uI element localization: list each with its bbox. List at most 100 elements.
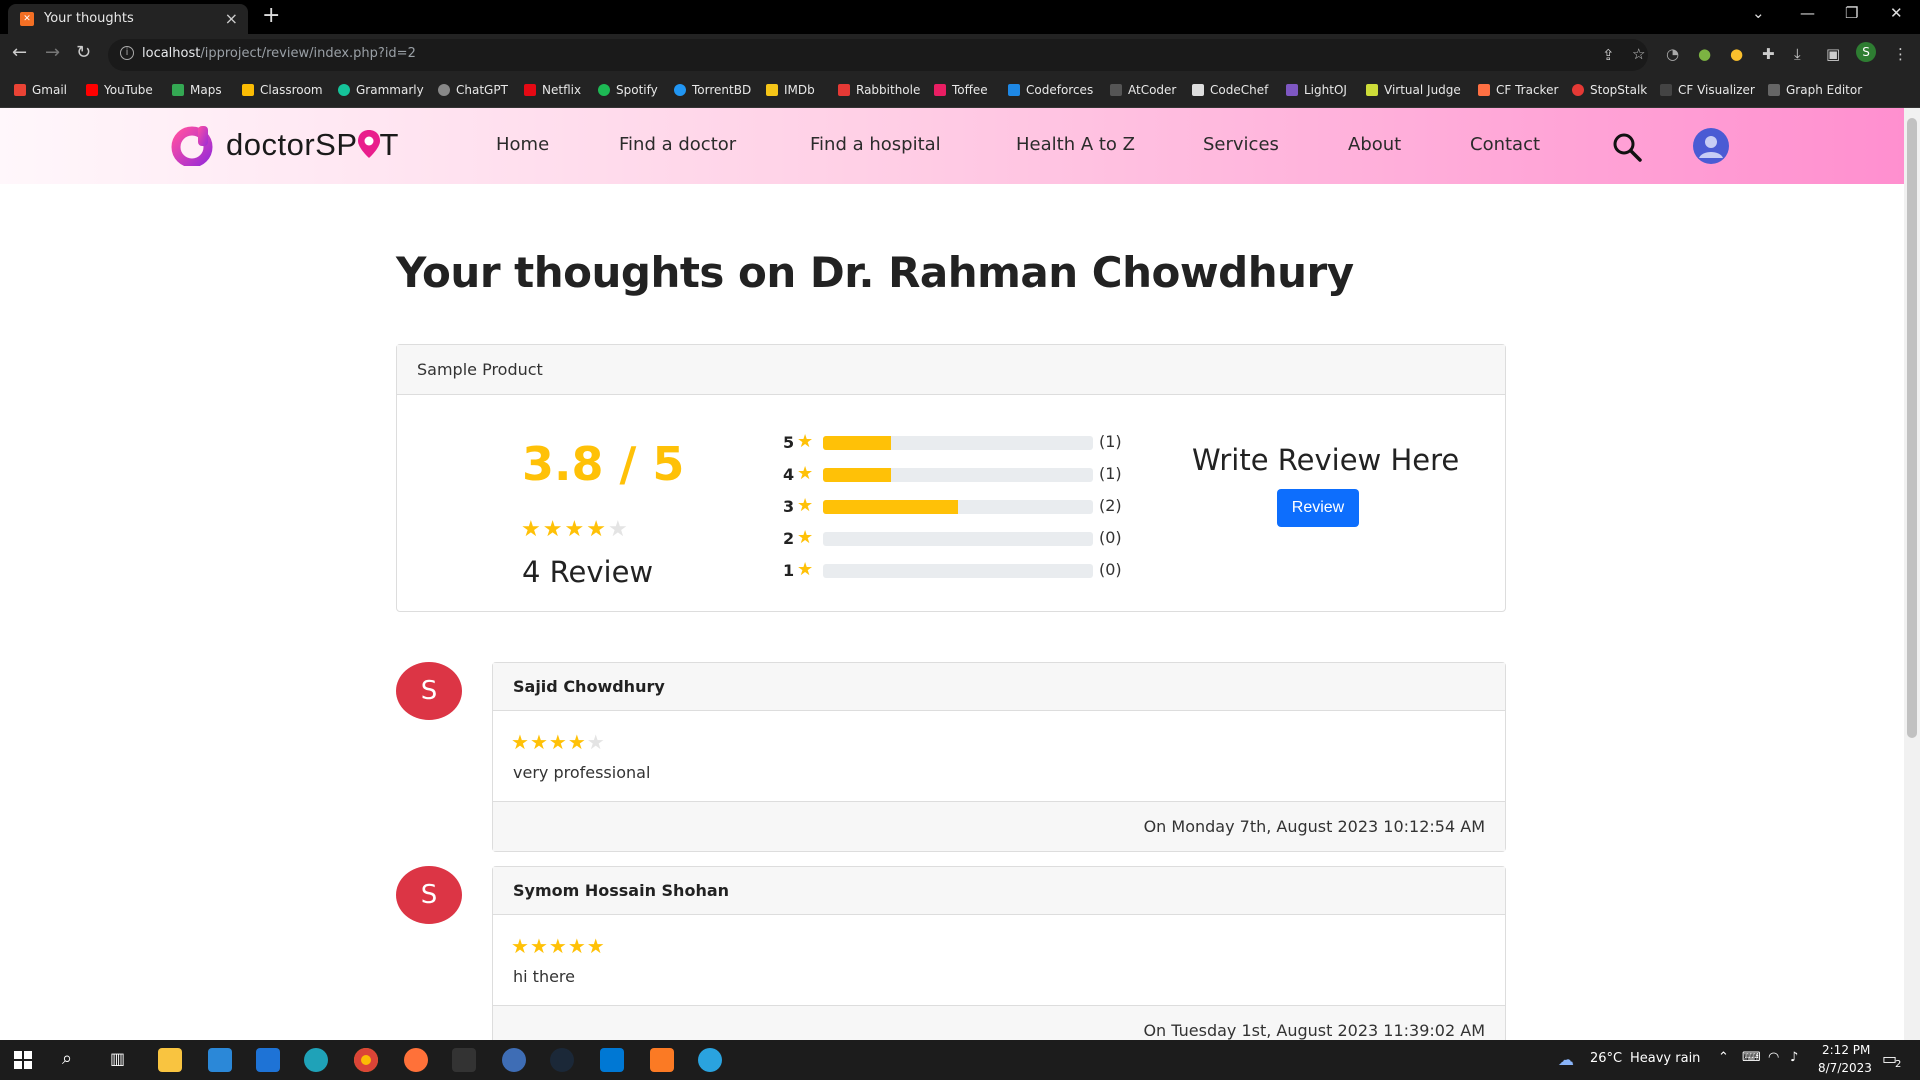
menu-kebab-icon[interactable]: ⋮ [1893, 45, 1908, 63]
star-icon: ★ [797, 559, 814, 580]
page-viewport: doctorSP T Home Find a doctor Find a hosp… [0, 108, 1904, 1040]
file-explorer-icon[interactable] [158, 1048, 182, 1072]
address-bar[interactable]: i localhost/ipproject/review/index.php?i… [108, 39, 1648, 71]
browser-tab[interactable]: ✕ Your thoughts × [8, 4, 248, 34]
nav-about[interactable]: About [1348, 134, 1401, 155]
rating-bar-track [823, 436, 1093, 450]
bookmark-item[interactable]: Graph Editor [1768, 83, 1862, 97]
mail-icon[interactable] [256, 1048, 280, 1072]
extension-green-icon[interactable]: ● [1698, 45, 1711, 63]
page-scrollbar[interactable] [1904, 108, 1920, 1040]
site-info-icon[interactable]: i [120, 46, 134, 60]
nav-find-hospital[interactable]: Find a hospital [810, 134, 941, 155]
nav-home[interactable]: Home [496, 134, 549, 155]
star-icon: ★ [548, 934, 568, 958]
weather-desc[interactable]: Heavy rain [1630, 1051, 1700, 1066]
restore-button[interactable]: ❐ [1845, 4, 1858, 22]
imdb-icon [766, 84, 778, 96]
netflix-icon [524, 84, 536, 96]
star-icon: ★ [797, 495, 814, 516]
bookmark-item[interactable]: LightOJ [1286, 83, 1347, 97]
minimize-button[interactable]: — [1800, 4, 1815, 22]
reviewer-avatar: S [396, 866, 462, 924]
review-button[interactable]: Review [1277, 489, 1359, 527]
bookmark-item[interactable]: Rabbithole [838, 83, 920, 97]
bookmark-item[interactable]: StopStalk [1572, 83, 1647, 97]
scrollbar-thumb[interactable] [1907, 118, 1917, 738]
browser-toolbar: ← → ↻ i localhost/ipproject/review/index… [0, 34, 1920, 76]
bookmark-item[interactable]: Codeforces [1008, 83, 1093, 97]
reload-icon[interactable]: ↻ [76, 42, 91, 63]
extension-yellow-icon[interactable]: ● [1730, 45, 1743, 63]
qbittorrent-icon[interactable] [502, 1048, 526, 1072]
bookmark-item[interactable]: Virtual Judge [1366, 83, 1461, 97]
chrome-icon[interactable] [354, 1048, 378, 1072]
nav-find-doctor[interactable]: Find a doctor [619, 134, 736, 155]
average-stars: ★★★★★ [521, 517, 630, 542]
telegram-icon[interactable] [698, 1048, 722, 1072]
star-icon: ★ [511, 934, 530, 958]
bookmark-item[interactable]: YouTube [86, 83, 153, 97]
wifi-icon[interactable]: ◠ [1768, 1050, 1779, 1065]
close-window-button[interactable]: ✕ [1890, 4, 1903, 22]
nav-services[interactable]: Services [1203, 134, 1279, 155]
rating-bar-count: (1) [1099, 432, 1122, 451]
game-app-icon[interactable] [452, 1048, 476, 1072]
bookmark-item[interactable]: ChatGPT [438, 83, 508, 97]
bookmark-item[interactable]: Toffee [934, 83, 988, 97]
star-icon: ★ [511, 730, 530, 754]
back-icon[interactable]: ← [12, 42, 27, 63]
bookmark-item[interactable]: Classroom [242, 83, 323, 97]
bookmark-item[interactable]: Spotify [598, 83, 658, 97]
share-icon[interactable]: ⇪ [1602, 46, 1615, 64]
search-icon[interactable] [1612, 132, 1642, 162]
edge-icon[interactable] [304, 1048, 328, 1072]
side-panel-icon[interactable]: ▣ [1826, 45, 1840, 63]
steam-icon[interactable] [550, 1048, 574, 1072]
photos-icon[interactable] [600, 1048, 624, 1072]
extensions-puzzle-icon[interactable]: ✚ [1762, 45, 1775, 63]
clock-date[interactable]: 8/7/2023 [1818, 1061, 1872, 1075]
bookmark-star-icon[interactable]: ☆ [1632, 45, 1645, 63]
tray-chevron-icon[interactable]: ⌃ [1718, 1050, 1729, 1065]
nav-contact[interactable]: Contact [1470, 134, 1540, 155]
language-icon[interactable]: ⌨ [1742, 1050, 1761, 1065]
bookmark-item[interactable]: Grammarly [338, 83, 424, 97]
weather-temp[interactable]: 26°C [1590, 1051, 1622, 1066]
new-tab-button[interactable]: + [262, 3, 280, 28]
star-icon: ★ [607, 517, 630, 542]
bookmark-item[interactable]: CF Tracker [1478, 83, 1558, 97]
url-text[interactable]: localhost/ipproject/review/index.php?id=… [142, 46, 416, 61]
task-view-icon[interactable]: ▥ [110, 1049, 125, 1068]
close-tab-icon[interactable]: × [225, 9, 238, 28]
bookmark-item[interactable]: Gmail [14, 83, 67, 97]
clock-time[interactable]: 2:12 PM [1822, 1043, 1870, 1057]
rating-bar-star-number: 4 [783, 465, 795, 484]
search-taskbar-icon[interactable]: ⌕ [62, 1048, 72, 1069]
bookmark-item[interactable]: Netflix [524, 83, 581, 97]
profile-avatar[interactable]: S [1856, 42, 1876, 62]
stopstalk-icon [1572, 84, 1584, 96]
bookmark-item[interactable]: AtCoder [1110, 83, 1176, 97]
rating-bar-row: 1 ★ (0) [783, 559, 1143, 581]
store-icon[interactable] [208, 1048, 232, 1072]
tab-search-icon[interactable]: ⌄ [1752, 4, 1765, 22]
forward-icon[interactable]: → [45, 42, 60, 63]
firefox-icon[interactable] [404, 1048, 428, 1072]
bookmark-item[interactable]: CodeChef [1192, 83, 1268, 97]
bookmark-item[interactable]: TorrentBD [674, 83, 751, 97]
rating-bar-fill [823, 436, 891, 450]
logo-text: doctorSP T [226, 127, 399, 162]
chatgpt-icon [438, 84, 450, 96]
volume-icon[interactable]: ♪ [1790, 1050, 1798, 1065]
star-icon: ★ [797, 463, 814, 484]
xampp-icon[interactable] [650, 1048, 674, 1072]
windows-start-icon[interactable] [14, 1051, 32, 1069]
nav-health-a-to-z[interactable]: Health A to Z [1016, 134, 1135, 155]
bookmark-item[interactable]: CF Visualizer [1660, 83, 1755, 97]
bookmark-item[interactable]: Maps [172, 83, 222, 97]
bookmark-item[interactable]: IMDb [766, 83, 815, 97]
extension-glasses-icon[interactable]: ◔ [1666, 45, 1679, 63]
download-icon[interactable]: ⤓ [1794, 45, 1801, 63]
user-avatar-icon[interactable] [1693, 128, 1729, 164]
